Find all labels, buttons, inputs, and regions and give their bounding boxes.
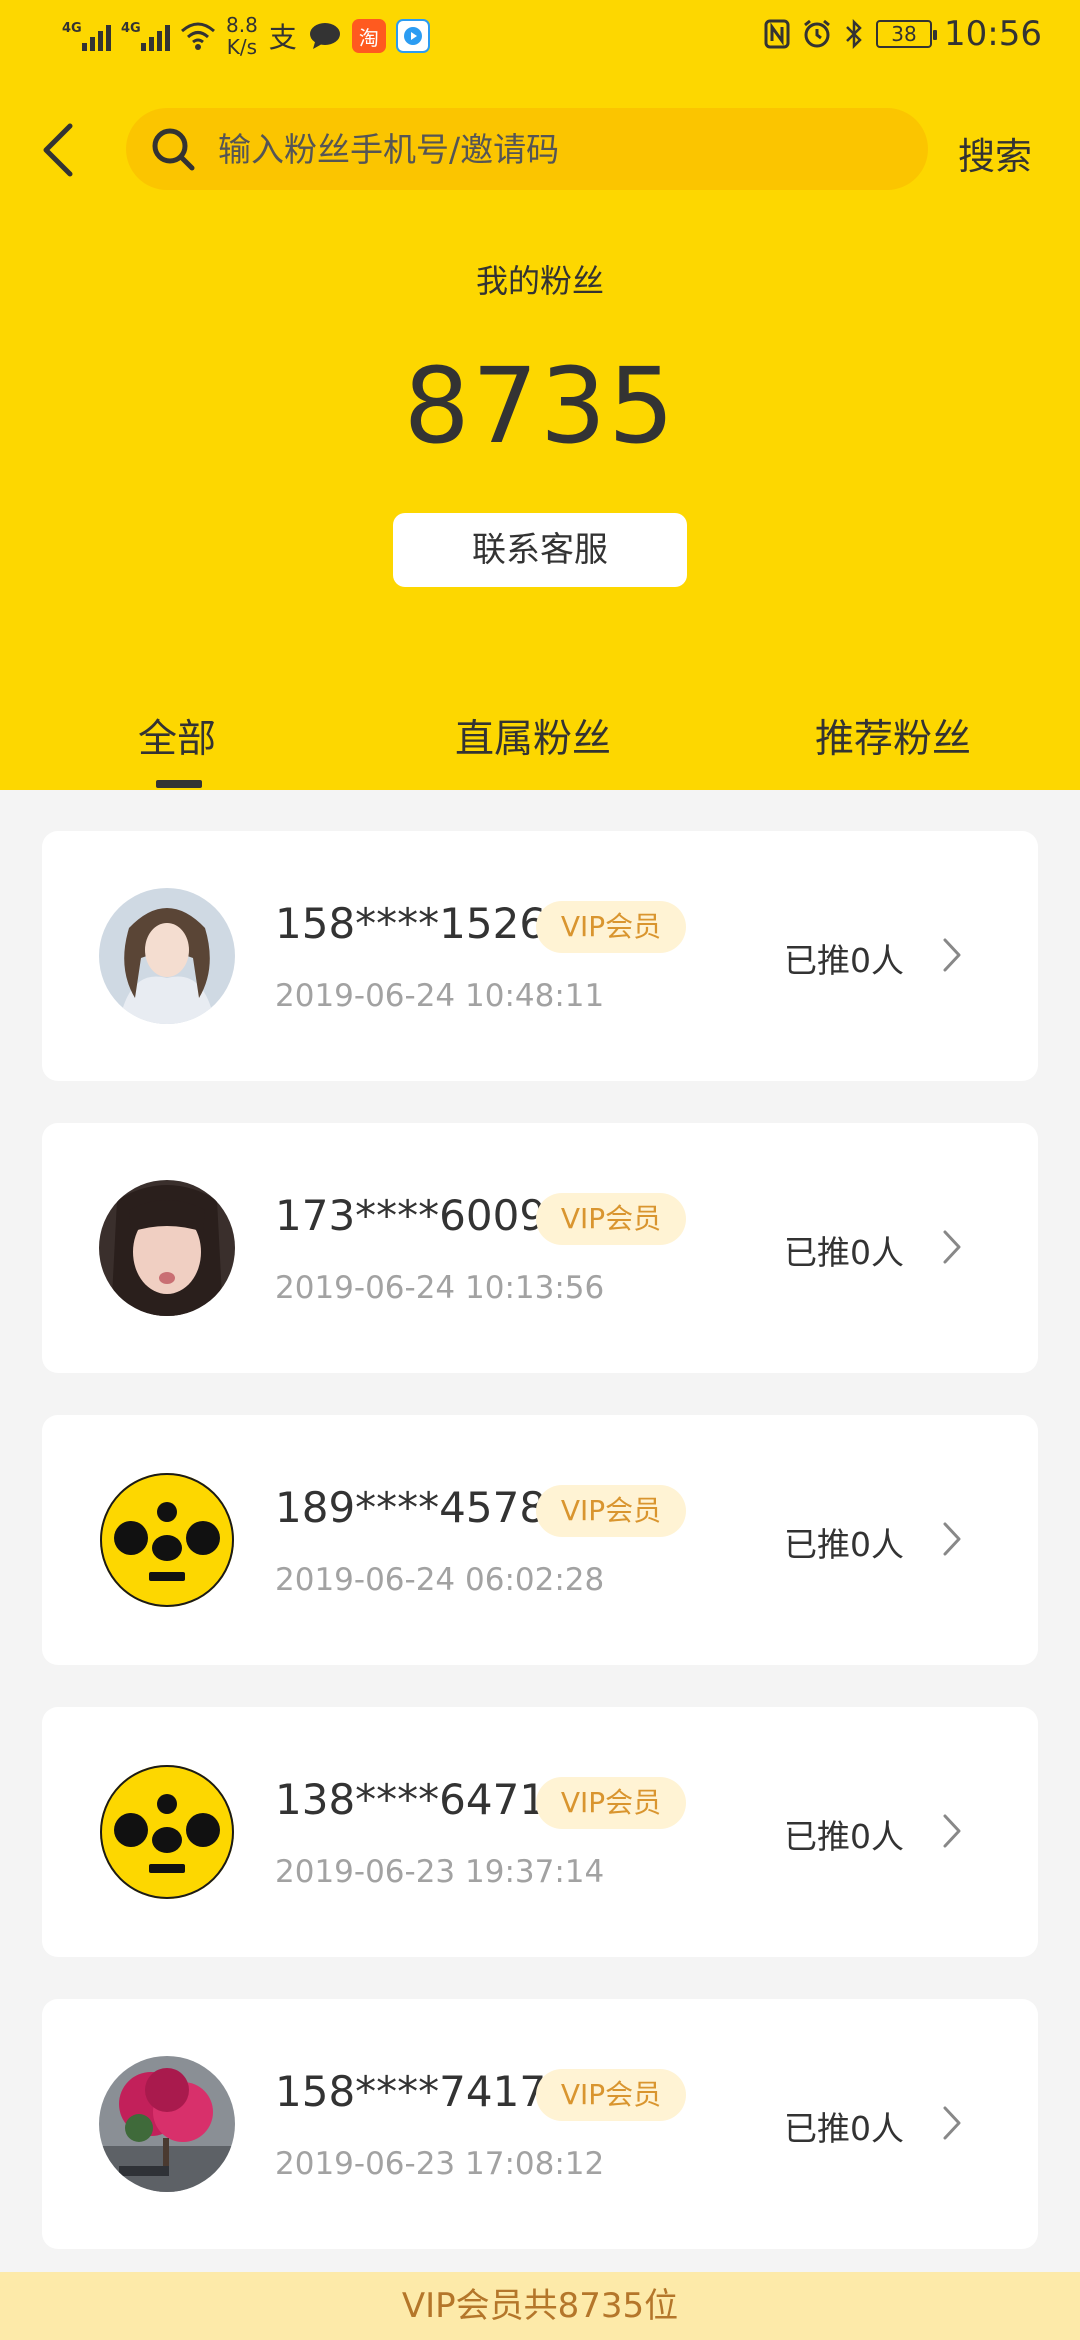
- wifi-icon: [181, 22, 215, 50]
- taobao-icon: 淘: [351, 19, 386, 53]
- clock: 10:56: [944, 14, 1042, 54]
- signal-icon-1: 4G: [62, 21, 111, 51]
- video-app-icon: [395, 19, 430, 53]
- fan-join-time: 2019-06-24 10:48:11: [275, 978, 605, 1014]
- signal-icon-2: 4G: [121, 21, 170, 51]
- status-right: 38 10:56: [764, 14, 1042, 54]
- battery-icon: 38: [876, 20, 938, 48]
- fan-card[interactable]: 189****4578 VIP会员 2019-06-24 06:02:28 已推0人: [42, 1415, 1038, 1665]
- chevron-right-icon: [943, 1230, 961, 1264]
- fan-join-time: 2019-06-23 19:37:14: [275, 1854, 605, 1890]
- fan-card[interactable]: 173****6009 VIP会员 2019-06-24 10:13:56 已推0人: [42, 1123, 1038, 1373]
- speed-value: 8.8: [226, 13, 258, 37]
- search-icon: [152, 128, 195, 171]
- search-bar[interactable]: [126, 108, 928, 190]
- avatar: [99, 2056, 235, 2192]
- tab-all[interactable]: 全部: [138, 708, 216, 764]
- message-icon: [308, 19, 342, 53]
- avatar: [99, 1472, 235, 1608]
- fan-card[interactable]: 138****6471 VIP会员 2019-06-23 19:37:14 已推0人: [42, 1707, 1038, 1957]
- nfc-icon: [764, 19, 790, 49]
- fan-join-time: 2019-06-24 06:02:28: [275, 1562, 605, 1598]
- speed-unit: K/s: [226, 35, 258, 59]
- bluetooth-icon: [846, 19, 862, 49]
- fan-card[interactable]: 158****1526 VIP会员 2019-06-24 10:48:11 已推0人: [42, 831, 1038, 1081]
- pushed-count: 已推0人: [784, 1233, 904, 1272]
- vip-badge: VIP会员: [536, 901, 686, 953]
- status-bar: 4G 4G 8.8 K/s 支 淘 38 10:56: [0, 0, 1080, 80]
- vip-badge: VIP会员: [536, 1777, 686, 1829]
- tab-direct-fans[interactable]: 直属粉丝: [455, 708, 611, 764]
- fan-join-time: 2019-06-23 17:08:12: [275, 2146, 605, 2182]
- fan-phone: 189****4578: [275, 1483, 547, 1532]
- chevron-right-icon: [943, 1814, 961, 1848]
- my-fans-label: 我的粉丝: [475, 262, 604, 300]
- back-arrow-icon[interactable]: [38, 120, 78, 180]
- contact-service-button[interactable]: 联系客服: [393, 513, 687, 587]
- fan-phone: 138****6471: [275, 1775, 547, 1824]
- chevron-right-icon: [943, 938, 961, 972]
- avatar: [99, 1180, 235, 1316]
- network-type-1: 4G: [62, 21, 82, 36]
- pushed-count: 已推0人: [784, 2109, 904, 2148]
- chevron-right-icon: [943, 2106, 961, 2140]
- vip-badge: VIP会员: [536, 2069, 686, 2121]
- avatar: [99, 888, 235, 1024]
- search-input[interactable]: [218, 108, 898, 190]
- alipay-icon: 支: [268, 21, 297, 54]
- network-type-2: 4G: [121, 21, 141, 36]
- vip-badge: VIP会员: [536, 1193, 686, 1245]
- fan-phone: 158****7417: [275, 2067, 547, 2116]
- vip-badge: VIP会员: [536, 1485, 686, 1537]
- active-tab-indicator: [156, 780, 202, 788]
- alarm-icon: [804, 19, 830, 48]
- status-left: 4G 4G 8.8 K/s 支 淘: [62, 14, 430, 58]
- fan-phone: 158****1526: [275, 899, 547, 948]
- tab-recommended-fans[interactable]: 推荐粉丝: [815, 708, 971, 764]
- fans-count: 8735: [403, 345, 677, 467]
- avatar: [99, 1764, 235, 1900]
- chevron-right-icon: [943, 1522, 961, 1556]
- pushed-count: 已推0人: [784, 1525, 904, 1564]
- fan-phone: 173****6009: [275, 1191, 547, 1240]
- fan-card[interactable]: 158****7417 VIP会员 2019-06-23 17:08:12 已推0人: [42, 1999, 1038, 2249]
- vip-total-footer: VIP会员共8735位: [0, 2272, 1080, 2340]
- fan-join-time: 2019-06-24 10:13:56: [275, 1270, 605, 1306]
- network-speed: 8.8 K/s: [226, 14, 258, 58]
- search-button[interactable]: 搜索: [958, 126, 1032, 180]
- pushed-count: 已推0人: [784, 1817, 904, 1856]
- pushed-count: 已推0人: [784, 941, 904, 980]
